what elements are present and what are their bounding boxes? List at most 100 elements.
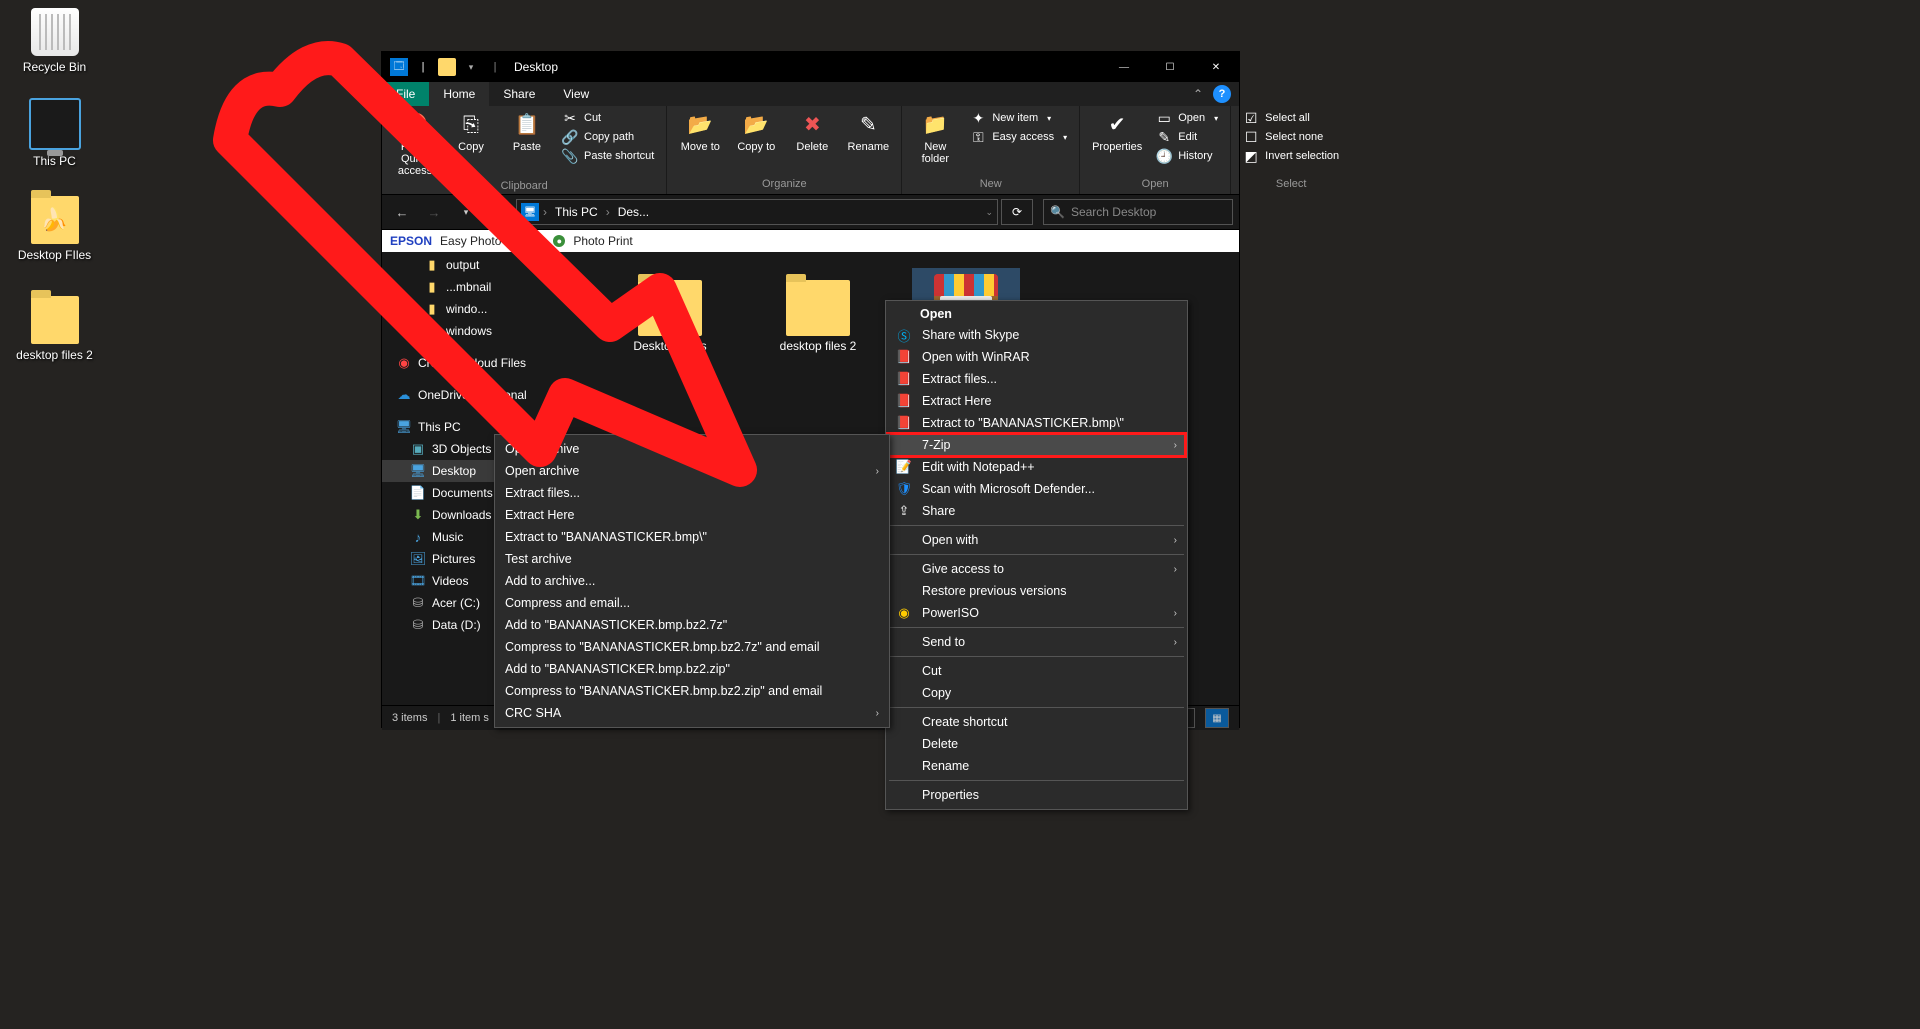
menu-item-delete[interactable]: Delete — [888, 733, 1185, 755]
new-folder-button[interactable]: 📁New folder — [908, 108, 962, 178]
epson-photo-print[interactable]: Photo Print — [573, 234, 632, 248]
menu-item-create-shortcut[interactable]: Create shortcut — [888, 711, 1185, 733]
easy-access-button[interactable]: ⚿Easy access▾ — [964, 128, 1073, 146]
menu-item-send-to[interactable]: Send to› — [888, 631, 1185, 653]
desktop-icon-this-pc[interactable]: This PC — [14, 98, 95, 168]
submenu-add-archive[interactable]: Add to archive... — [497, 570, 887, 592]
address-dropdown-icon[interactable]: ⌄ — [985, 207, 993, 218]
submenu-add-zip[interactable]: Add to "BANANASTICKER.bmp.bz2.zip" — [497, 658, 887, 680]
tab-file[interactable]: File — [382, 82, 429, 106]
epson-easy-print[interactable]: Easy Photo Print — [440, 234, 529, 248]
open-button[interactable]: ▭Open▾ — [1150, 109, 1224, 127]
large-icons-view-button[interactable]: ▦ — [1205, 708, 1229, 728]
menu-item-open-winrar[interactable]: 📕Open with WinRAR — [888, 346, 1185, 368]
ribbon-collapse-icon[interactable]: ⌃ — [1187, 82, 1209, 106]
submenu-extract-here[interactable]: Extract Here — [497, 504, 887, 526]
paste-shortcut-button[interactable]: 📎Paste shortcut — [556, 147, 660, 165]
tab-home[interactable]: Home — [429, 82, 489, 106]
help-button[interactable]: ? — [1213, 85, 1231, 103]
edit-icon: ✎ — [1156, 129, 1172, 145]
new-item-button[interactable]: ✦New item▾ — [964, 109, 1073, 127]
menu-item-open[interactable]: Open — [888, 304, 1185, 324]
close-button[interactable]: ✕ — [1193, 52, 1239, 82]
file-item-folder-1[interactable]: Desktop FIles — [616, 268, 724, 359]
tree-node[interactable]: ▮output — [382, 254, 582, 276]
dropdown-icon[interactable]: ▼ — [537, 237, 545, 246]
menu-item-extract-to[interactable]: 📕Extract to "BANANASTICKER.bmp\" — [888, 412, 1185, 434]
submenu-compress-7z-email[interactable]: Compress to "BANANASTICKER.bmp.bz2.7z" a… — [497, 636, 887, 658]
maximize-button[interactable]: ☐ — [1147, 52, 1193, 82]
menu-item-poweriso[interactable]: ◉PowerISO› — [888, 602, 1185, 624]
tree-node-creative-cloud[interactable]: ◉Creative Cloud Files — [382, 352, 582, 374]
menu-item-copy[interactable]: Copy — [888, 682, 1185, 704]
recent-locations-button[interactable]: ▾ — [452, 198, 480, 226]
submenu-compress-email[interactable]: Compress and email... — [497, 592, 887, 614]
menu-item-open-with[interactable]: Open with› — [888, 529, 1185, 551]
desktop-icon-folder-1[interactable]: Desktop FIles — [14, 196, 95, 262]
invert-selection-button[interactable]: ◩Invert selection — [1237, 147, 1345, 165]
qat-explorer-icon[interactable]: 🗔 — [388, 56, 410, 78]
submenu-add-7z[interactable]: Add to "BANANASTICKER.bmp.bz2.7z" — [497, 614, 887, 636]
desktop-icon-folder-2[interactable]: desktop files 2 — [14, 296, 95, 362]
menu-item-give-access[interactable]: Give access to› — [888, 558, 1185, 580]
menu-item-extract-here[interactable]: 📕Extract Here — [888, 390, 1185, 412]
back-button[interactable]: ← — [388, 198, 416, 226]
submenu-extract-to[interactable]: Extract to "BANANASTICKER.bmp\" — [497, 526, 887, 548]
forward-button[interactable]: → — [420, 198, 448, 226]
chevron-right-icon: › — [876, 708, 879, 719]
submenu-open-archive-2[interactable]: Open archive› — [497, 460, 887, 482]
address-bar[interactable]: 🖥 › This PC › Des... ⌄ — [516, 199, 998, 225]
qat-dropdown-icon[interactable]: ▾ — [460, 56, 482, 78]
tree-node[interactable]: ▮windows — [382, 320, 582, 342]
search-input[interactable]: 🔍 Search Desktop — [1043, 199, 1233, 225]
menu-item-cut[interactable]: Cut — [888, 660, 1185, 682]
move-to-button[interactable]: 📂Move to — [673, 108, 727, 178]
tab-view[interactable]: View — [549, 82, 603, 106]
tree-node[interactable]: ▮windo... — [382, 298, 582, 320]
menu-item-share-skype[interactable]: ⓈShare with Skype — [888, 324, 1185, 346]
breadcrumb-this-pc[interactable]: This PC — [551, 205, 602, 219]
properties-button[interactable]: ✔Properties — [1086, 108, 1148, 178]
history-button[interactable]: 🕘History — [1150, 147, 1224, 165]
up-button[interactable]: ↑ — [484, 198, 512, 226]
refresh-button[interactable]: ⟳ — [1001, 199, 1033, 225]
delete-button[interactable]: ✖Delete — [785, 108, 839, 178]
qat-separator: | — [412, 56, 434, 78]
pin-quick-access-button[interactable]: 📌Pin to Quick access — [388, 108, 442, 180]
edit-button[interactable]: ✎Edit — [1150, 128, 1224, 146]
submenu-crc-sha[interactable]: CRC SHA› — [497, 702, 887, 724]
tree-node-onedrive[interactable]: ☁OneDrive - Personal — [382, 384, 582, 406]
select-all-button[interactable]: ☑Select all — [1237, 109, 1345, 127]
qat-properties-icon[interactable] — [436, 56, 458, 78]
copy-button[interactable]: ⎘Copy — [444, 108, 498, 180]
menu-item-rename[interactable]: Rename — [888, 755, 1185, 777]
menu-item-restore-versions[interactable]: Restore previous versions — [888, 580, 1185, 602]
menu-item-7zip[interactable]: 7-Zip› — [888, 434, 1185, 456]
file-item-folder-2[interactable]: desktop files 2 — [764, 268, 872, 359]
icon-label: Desktop FIles — [14, 248, 95, 262]
select-all-icon: ☑ — [1243, 110, 1259, 126]
menu-item-notepad[interactable]: 📝Edit with Notepad++ — [888, 456, 1185, 478]
menu-item-extract-files[interactable]: 📕Extract files... — [888, 368, 1185, 390]
breadcrumb-current[interactable]: Des... — [614, 205, 653, 219]
group-caption: Select — [1237, 178, 1345, 192]
menu-item-share[interactable]: ⇪Share — [888, 500, 1185, 522]
submenu-extract-files[interactable]: Extract files... — [497, 482, 887, 504]
tree-node[interactable]: ▮...mbnail — [382, 276, 582, 298]
submenu-compress-zip-email[interactable]: Compress to "BANANASTICKER.bmp.bz2.zip" … — [497, 680, 887, 702]
tab-share[interactable]: Share — [489, 82, 549, 106]
menu-item-defender[interactable]: 🛡Scan with Microsoft Defender... — [888, 478, 1185, 500]
desktop-icon-recycle-bin[interactable]: Recycle Bin — [14, 8, 95, 74]
paste-button[interactable]: 📋Paste — [500, 108, 554, 180]
copy-path-button[interactable]: 🔗Copy path — [556, 128, 660, 146]
titlebar[interactable]: 🗔 | ▾ | Desktop — ☐ ✕ — [382, 52, 1239, 82]
submenu-open-archive[interactable]: Open archive — [497, 438, 887, 460]
minimize-button[interactable]: — — [1101, 52, 1147, 82]
menu-item-properties[interactable]: Properties — [888, 784, 1185, 806]
submenu-test-archive[interactable]: Test archive — [497, 548, 887, 570]
select-none-button[interactable]: ☐Select none — [1237, 128, 1345, 146]
cut-button[interactable]: ✂Cut — [556, 109, 660, 127]
copy-to-button[interactable]: 📂Copy to — [729, 108, 783, 178]
rename-button[interactable]: ✎Rename — [841, 108, 895, 178]
notepad-icon: 📝 — [896, 459, 912, 475]
